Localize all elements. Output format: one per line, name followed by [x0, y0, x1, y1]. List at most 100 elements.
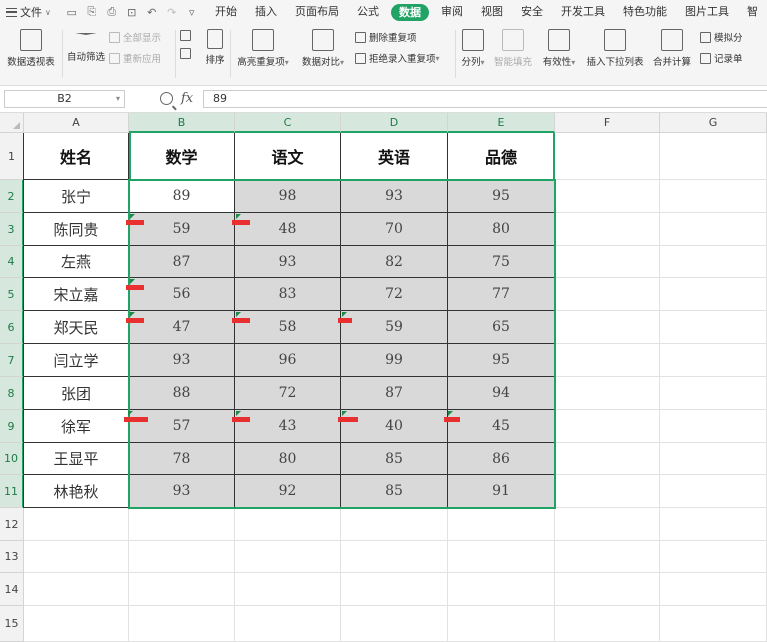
print-icon[interactable]: ⎙ [105, 5, 119, 19]
cell-C8[interactable]: 72 [235, 377, 341, 410]
select-all-corner[interactable] [0, 113, 24, 133]
cell-D7[interactable]: 99 [341, 344, 448, 377]
cell-F8[interactable] [555, 377, 660, 410]
reapply-button[interactable]: 重新应用 [109, 51, 175, 65]
cell-E6[interactable]: 65 [448, 311, 555, 344]
sort-descending-button[interactable] [180, 48, 200, 59]
cell-G5[interactable] [660, 278, 767, 311]
tab-9[interactable]: 特色功能 [614, 0, 676, 24]
highlight-duplicates-button[interactable]: 高亮重复项▾ [231, 24, 295, 85]
name-box[interactable]: B2 ▾ [4, 90, 125, 108]
cell-E1[interactable]: 品德 [448, 133, 555, 180]
cell-A3[interactable]: 陈同贵 [24, 213, 129, 246]
undo-icon[interactable]: ↶ [145, 6, 159, 19]
spreadsheet-grid[interactable]: A B C D E F G 1 2 3 4 5 6 7 8 9 10 11 12 13 14 15 姓名 数学 语文 英语 品德 张宁… [0, 113, 767, 642]
cell-E7[interactable]: 95 [448, 344, 555, 377]
row-header-1[interactable]: 1 [0, 133, 24, 180]
save-icon[interactable]: ▭ [65, 6, 79, 19]
cell-B7[interactable]: 93 [129, 344, 235, 377]
cell-B8[interactable]: 88 [129, 377, 235, 410]
row-header-8[interactable]: 8 [0, 377, 24, 410]
cell-E11[interactable]: 91 [448, 475, 555, 508]
pivot-table-button[interactable]: 数据透视表 [0, 24, 62, 85]
cell-E14[interactable] [448, 573, 555, 606]
cell-C3[interactable]: 48 [235, 213, 341, 246]
row-header-10[interactable]: 10 [0, 443, 24, 475]
column-header-E[interactable]: E [448, 113, 555, 133]
cell-A4[interactable]: 左燕 [24, 246, 129, 278]
reject-duplicates-button[interactable]: 拒绝录入重复项 ▾ [355, 51, 455, 65]
cell-G14[interactable] [660, 573, 767, 606]
cell-C14[interactable] [235, 573, 341, 606]
row-header-6[interactable]: 6 [0, 311, 24, 344]
row-header-12[interactable]: 12 [0, 508, 24, 541]
tab-6[interactable]: 视图 [472, 0, 512, 24]
cell-F7[interactable] [555, 344, 660, 377]
cell-F10[interactable] [555, 443, 660, 475]
cell-G4[interactable] [660, 246, 767, 278]
cell-A12[interactable] [24, 508, 129, 541]
cell-A11[interactable]: 林艳秋 [24, 475, 129, 508]
cell-B4[interactable]: 87 [129, 246, 235, 278]
show-all-button[interactable]: 全部显示 [109, 30, 175, 44]
column-header-G[interactable]: G [660, 113, 767, 133]
export-pdf-icon[interactable]: ⎘ [85, 5, 99, 19]
sort-ascending-button[interactable] [180, 30, 200, 41]
cell-C6[interactable]: 58 [235, 311, 341, 344]
cell-A9[interactable]: 徐军 [24, 410, 129, 443]
cell-G12[interactable] [660, 508, 767, 541]
cell-C2[interactable]: 98 [235, 180, 341, 213]
cell-G1[interactable] [660, 133, 767, 180]
cell-D12[interactable] [341, 508, 448, 541]
chevron-down-icon[interactable]: ▾ [116, 91, 120, 107]
tab-8[interactable]: 开发工具 [552, 0, 614, 24]
cell-F6[interactable] [555, 311, 660, 344]
cell-B9[interactable]: 57 [129, 410, 235, 443]
cell-E2[interactable]: 95 [448, 180, 555, 213]
tab-10[interactable]: 图片工具 [676, 0, 738, 24]
cell-D5[interactable]: 72 [341, 278, 448, 311]
cell-G3[interactable] [660, 213, 767, 246]
cell-G7[interactable] [660, 344, 767, 377]
formula-input[interactable]: 89 [203, 90, 767, 108]
column-header-C[interactable]: C [235, 113, 341, 133]
column-header-A[interactable]: A [24, 113, 129, 133]
tab-3[interactable]: 公式 [348, 0, 388, 24]
row-header-3[interactable]: 3 [0, 213, 24, 246]
cell-D2[interactable]: 93 [341, 180, 448, 213]
cell-A6[interactable]: 郑天民 [24, 311, 129, 344]
cell-B2[interactable]: 89 [129, 180, 235, 213]
cell-A1[interactable]: 姓名 [24, 133, 129, 180]
cell-D3[interactable]: 70 [341, 213, 448, 246]
cell-B11[interactable]: 93 [129, 475, 235, 508]
cell-C4[interactable]: 93 [235, 246, 341, 278]
cell-C7[interactable]: 96 [235, 344, 341, 377]
redo-icon[interactable]: ↷ [165, 6, 179, 19]
column-header-F[interactable]: F [555, 113, 660, 133]
cell-C15[interactable] [235, 606, 341, 642]
cell-F2[interactable] [555, 180, 660, 213]
cell-A15[interactable] [24, 606, 129, 642]
tab-7[interactable]: 安全 [512, 0, 552, 24]
tab-2[interactable]: 页面布局 [286, 0, 348, 24]
row-header-9[interactable]: 9 [0, 410, 24, 443]
row-header-13[interactable]: 13 [0, 541, 24, 573]
cell-B15[interactable] [129, 606, 235, 642]
cell-E4[interactable]: 75 [448, 246, 555, 278]
remove-duplicates-button[interactable]: 删除重复项 [355, 30, 455, 44]
cell-B3[interactable]: 59 [129, 213, 235, 246]
cell-E15[interactable] [448, 606, 555, 642]
tab-11[interactable]: 智 [738, 0, 767, 24]
auto-filter-button[interactable]: 自动筛选 [63, 24, 109, 85]
cell-F3[interactable] [555, 213, 660, 246]
customize-dropdown-icon[interactable]: ▿ [185, 6, 199, 19]
cell-F4[interactable] [555, 246, 660, 278]
cell-D11[interactable]: 85 [341, 475, 448, 508]
cell-E8[interactable]: 94 [448, 377, 555, 410]
cell-E13[interactable] [448, 541, 555, 573]
cell-D1[interactable]: 英语 [341, 133, 448, 180]
column-header-B[interactable]: B [129, 113, 235, 133]
cell-D14[interactable] [341, 573, 448, 606]
cell-F13[interactable] [555, 541, 660, 573]
smart-fill-button[interactable]: 智能填充 [490, 24, 536, 85]
